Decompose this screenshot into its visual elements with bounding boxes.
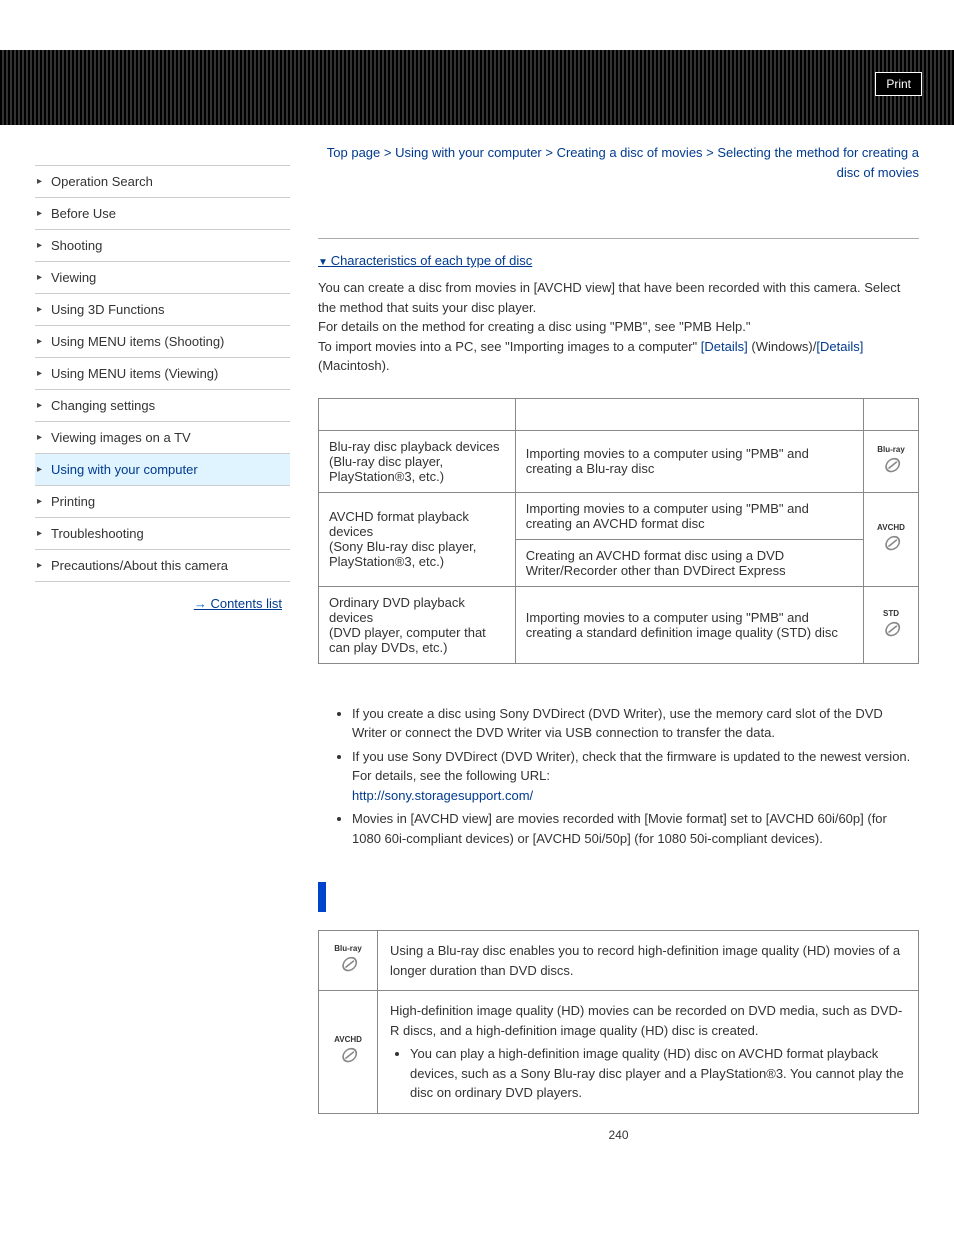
method-cell: Importing movies to a computer using "PM…: [515, 586, 863, 663]
note-2: If you use Sony DVDirect (DVD Writer), c…: [352, 747, 919, 806]
disc-icon: STD⊘: [874, 610, 908, 640]
char-text-cell: Using a Blu-ray disc enables you to reco…: [378, 931, 919, 991]
char-icon-cell: Blu-ray⊘: [319, 931, 378, 991]
page-number: 240: [318, 1128, 919, 1142]
breadcrumb-current: Selecting the method for creating a disc…: [717, 145, 919, 180]
char-text-cell: High-definition image quality (HD) movie…: [378, 991, 919, 1114]
intro-p3: To import movies into a PC, see "Importi…: [318, 337, 919, 376]
contents-list-link[interactable]: Contents list: [194, 596, 282, 611]
disc-icon: AVCHD⊘: [874, 524, 908, 554]
disc-icon: Blu-ray⊘: [331, 945, 365, 977]
player-cell: Ordinary DVD playback devices(DVD player…: [319, 586, 516, 663]
storage-support-link[interactable]: http://sony.storagesupport.com/: [352, 788, 533, 803]
details-link-mac[interactable]: [Details]: [816, 339, 863, 354]
section-heading-bar: [318, 882, 919, 912]
sidebar-item[interactable]: Operation Search: [35, 165, 290, 198]
sidebar-item[interactable]: Using 3D Functions: [35, 294, 290, 326]
intro-p1: You can create a disc from movies in [AV…: [318, 278, 919, 317]
sidebar-item[interactable]: Using MENU items (Viewing): [35, 358, 290, 390]
char-bullet: You can play a high-definition image qua…: [410, 1044, 906, 1103]
sidebar-item[interactable]: Before Use: [35, 198, 290, 230]
sidebar-item[interactable]: Using with your computer: [35, 454, 290, 486]
table-row: Blu-ray disc playback devices(Blu-ray di…: [319, 430, 919, 492]
breadcrumb-l2[interactable]: Creating a disc of movies: [557, 145, 703, 160]
note-1: If you create a disc using Sony DVDirect…: [352, 704, 919, 743]
disc-method-table: Blu-ray disc playback devices(Blu-ray di…: [318, 398, 919, 664]
print-button[interactable]: Print: [875, 72, 922, 96]
sidebar-item[interactable]: Shooting: [35, 230, 290, 262]
anchor-characteristics[interactable]: Characteristics of each type of disc: [318, 253, 532, 268]
sidebar-item[interactable]: Troubleshooting: [35, 518, 290, 550]
method-cell: Importing movies to a computer using "PM…: [515, 492, 863, 539]
details-link-windows[interactable]: [Details]: [701, 339, 748, 354]
sidebar-item[interactable]: Precautions/About this camera: [35, 550, 290, 582]
method-cell: Creating an AVCHD format disc using a DV…: [515, 539, 863, 586]
note-3: Movies in [AVCHD view] are movies record…: [352, 809, 919, 848]
sidebar-item[interactable]: Viewing: [35, 262, 290, 294]
sidebar-item[interactable]: Viewing images on a TV: [35, 422, 290, 454]
disc-icon: AVCHD⊘: [331, 1036, 365, 1068]
method-cell: Importing movies to a computer using "PM…: [515, 430, 863, 492]
table-row: Ordinary DVD playback devices(DVD player…: [319, 586, 919, 663]
notes-list: If you create a disc using Sony DVDirect…: [318, 704, 919, 849]
main-content: Top page > Using with your computer > Cr…: [290, 125, 919, 1142]
player-cell: Blu-ray disc playback devices(Blu-ray di…: [319, 430, 516, 492]
sidebar-item[interactable]: Printing: [35, 486, 290, 518]
sidebar: Operation SearchBefore UseShootingViewin…: [35, 125, 290, 1142]
characteristics-table: Blu-ray⊘ Using a Blu-ray disc enables you…: [318, 930, 919, 1114]
intro-p2: For details on the method for creating a…: [318, 317, 919, 337]
disc-type-cell: STD⊘: [863, 586, 918, 663]
sidebar-item[interactable]: Using MENU items (Shooting): [35, 326, 290, 358]
breadcrumb-l1[interactable]: Using with your computer: [395, 145, 542, 160]
char-icon-cell: AVCHD⊘: [319, 991, 378, 1114]
table-row: AVCHD⊘ High-definition image quality (HD)…: [319, 991, 919, 1114]
disc-type-cell: Blu-ray⊘: [863, 430, 918, 492]
sidebar-item[interactable]: Changing settings: [35, 390, 290, 422]
header-stripe: Print: [0, 50, 954, 125]
table-row: AVCHD format playback devices(Sony Blu-r…: [319, 492, 919, 539]
breadcrumb: Top page > Using with your computer > Cr…: [318, 143, 919, 182]
disc-icon: Blu-ray⊘: [874, 446, 908, 476]
disc-type-cell: AVCHD⊘: [863, 492, 918, 586]
player-cell: AVCHD format playback devices(Sony Blu-r…: [319, 492, 516, 586]
breadcrumb-top[interactable]: Top page: [327, 145, 381, 160]
table-row: Blu-ray⊘ Using a Blu-ray disc enables you…: [319, 931, 919, 991]
